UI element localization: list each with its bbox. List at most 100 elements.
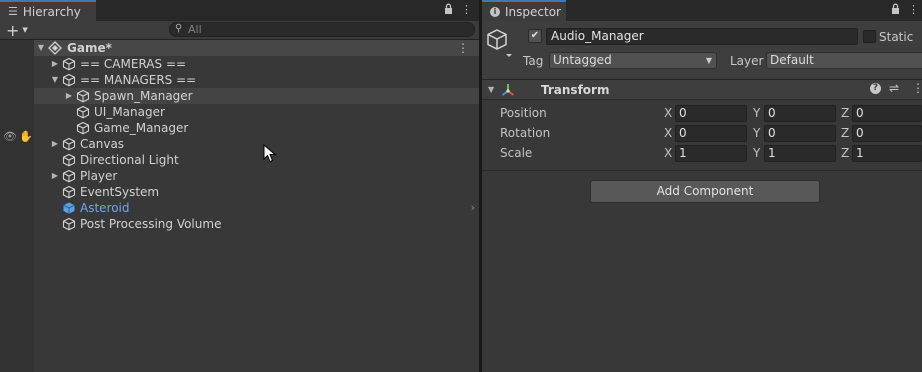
item-label: Canvas: [80, 137, 125, 151]
chevron-down-icon: ▼: [705, 56, 712, 65]
help-icon[interactable]: ?: [870, 83, 881, 94]
scene-name: Game*: [67, 41, 112, 55]
scale-label: Scale: [500, 146, 533, 160]
scene-row[interactable]: ▼ Game* ⋮: [34, 40, 479, 56]
gameobject-cube-icon: [62, 137, 76, 151]
item-label: UI_Manager: [94, 105, 165, 119]
chevron-right-icon[interactable]: ›: [471, 200, 475, 216]
object-name-field[interactable]: Audio_Manager: [546, 28, 858, 45]
list-item[interactable]: Asteroid ›: [34, 200, 479, 216]
hierarchy-toolbar: + ▼ ⚲: [0, 21, 479, 40]
tag-label: Tag: [523, 54, 544, 68]
gameobject-cube-icon: [62, 185, 76, 199]
item-label: Spawn_Manager: [94, 89, 193, 103]
layer-label: Layer: [730, 54, 764, 68]
add-object-button[interactable]: + ▼: [6, 20, 36, 40]
gameobject-cube-icon: [62, 169, 76, 183]
more-icon[interactable]: ⋮: [457, 40, 469, 56]
more-icon[interactable]: ⋮: [908, 3, 919, 17]
position-label: Position: [500, 106, 547, 120]
gameobject-cube-icon: [76, 105, 90, 119]
list-item[interactable]: Directional Light: [34, 152, 479, 168]
rotation-label: Rotation: [500, 126, 551, 140]
rotation-z-field[interactable]: 0: [852, 125, 922, 142]
rotation-x-field[interactable]: 0: [675, 125, 747, 142]
item-label: Asteroid: [80, 201, 130, 215]
tab-hierarchy[interactable]: ☰ Hierarchy: [0, 0, 96, 21]
add-component-button[interactable]: Add Component: [590, 180, 820, 203]
chevron-right-icon[interactable]: ▶: [50, 136, 60, 152]
component-title: Transform: [541, 83, 610, 97]
scale-y-field[interactable]: 1: [764, 145, 836, 162]
active-checkbox[interactable]: ✔: [528, 29, 542, 43]
static-checkbox[interactable]: [863, 30, 876, 43]
pick-hand-icon[interactable]: ✋: [19, 130, 33, 143]
axis-z-label: Z: [841, 126, 850, 140]
layer-dropdown[interactable]: Default: [766, 52, 922, 69]
add-icon: +: [6, 20, 20, 40]
axis-y-label: Y: [753, 126, 761, 140]
list-item[interactable]: ▶ Spawn_Manager: [34, 88, 479, 104]
position-z-field[interactable]: 0: [852, 105, 922, 122]
item-label: EventSystem: [80, 185, 160, 199]
axis-z-label: Z: [841, 146, 850, 160]
gameobject-cube-icon: [62, 153, 76, 167]
lock-icon[interactable]: [444, 3, 453, 17]
item-label: == MANAGERS ==: [80, 73, 197, 87]
item-label: Game_Manager: [94, 121, 189, 135]
gameobject-cube-icon[interactable]: [486, 28, 512, 58]
chevron-right-icon[interactable]: ▶: [50, 168, 60, 184]
list-item[interactable]: ▶ == CAMERAS ==: [34, 56, 479, 72]
chevron-down-icon[interactable]: ▼: [488, 83, 494, 97]
scale-x-field[interactable]: 1: [675, 145, 747, 162]
scale-z-field[interactable]: 1: [852, 145, 922, 162]
list-item[interactable]: ▶ Canvas: [34, 136, 479, 152]
axis-z-label: Z: [841, 106, 850, 120]
inspector-tab-bar: i Inspector ⋮: [482, 0, 922, 21]
tab-inspector-label: Inspector: [505, 4, 561, 19]
more-icon[interactable]: ⋮: [461, 3, 472, 17]
axis-x-label: X: [664, 106, 673, 120]
position-row: Position X 0 Y 0 Z 0: [482, 104, 922, 122]
eye-icon[interactable]: 👁: [3, 130, 17, 143]
chevron-right-icon[interactable]: ▶: [64, 88, 74, 104]
transform-component-header[interactable]: ▼ Transform ? ⇌ ⋮: [482, 80, 922, 100]
chevron-down-icon[interactable]: ▼: [36, 40, 46, 56]
lock-icon[interactable]: [891, 3, 900, 17]
hierarchy-tab-bar: ☰ Hierarchy ⋮: [0, 0, 479, 21]
list-item[interactable]: Game_Manager: [34, 120, 479, 136]
unity-scene-icon: [48, 41, 62, 55]
list-item[interactable]: ▼ == MANAGERS ==: [34, 72, 479, 88]
gameobject-cube-icon: [62, 73, 76, 87]
gameobject-header: ✔ Audio_Manager Static Tag Untagged ▼ La…: [482, 21, 922, 80]
scale-row: Scale X 1 Y 1 Z 1: [482, 144, 922, 162]
inspector-panel: i Inspector ⋮ ✔ Audio_Manager Static Tag…: [482, 0, 922, 372]
list-icon: ☰: [8, 5, 18, 18]
tag-value: Untagged: [553, 53, 612, 67]
axis-y-label: Y: [753, 106, 761, 120]
position-y-field[interactable]: 0: [764, 105, 836, 122]
prefab-cube-icon: [63, 202, 75, 214]
hierarchy-panel: ☰ Hierarchy ⋮ + ▼ ⚲ 👁 ✋ ▼: [0, 0, 479, 372]
chevron-right-icon[interactable]: ▶: [50, 56, 60, 72]
tab-inspector[interactable]: i Inspector: [482, 0, 566, 21]
search-input[interactable]: [188, 23, 468, 36]
gameobject-cube-icon: [76, 121, 90, 135]
axis-x-label: X: [664, 126, 673, 140]
chevron-down-icon[interactable]: ▼: [50, 72, 60, 88]
preset-icon[interactable]: ⇌: [889, 81, 899, 95]
hierarchy-tree: ▼ Game* ⋮ ▶ == CAMERAS == ▼ == MANAGERS …: [34, 40, 479, 372]
position-x-field[interactable]: 0: [675, 105, 747, 122]
list-item[interactable]: EventSystem: [34, 184, 479, 200]
axis-y-label: Y: [753, 146, 761, 160]
rotation-y-field[interactable]: 0: [764, 125, 836, 142]
transform-axes-icon: [501, 84, 515, 96]
list-item[interactable]: UI_Manager: [34, 104, 479, 120]
list-item[interactable]: Post Processing Volume: [34, 216, 479, 232]
list-item[interactable]: ▶ Player: [34, 168, 479, 184]
tag-dropdown[interactable]: Untagged ▼: [549, 52, 717, 69]
gameobject-cube-icon: [76, 89, 90, 103]
more-icon[interactable]: ⋮: [912, 81, 922, 95]
layer-value: Default: [770, 53, 814, 67]
gameobject-cube-icon: [62, 217, 76, 231]
